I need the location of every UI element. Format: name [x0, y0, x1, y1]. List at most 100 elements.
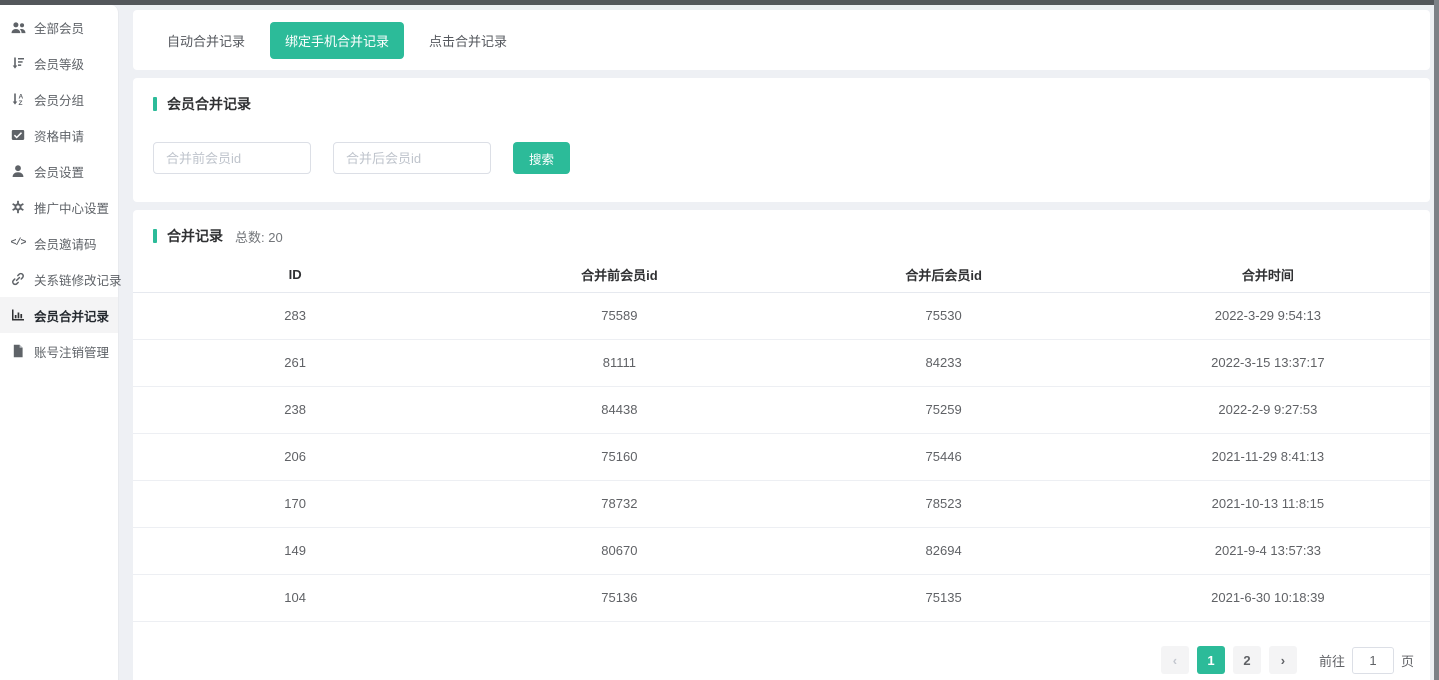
records-section-title-text: 合并记录: [167, 226, 223, 246]
pagination-page-2-button[interactable]: 2: [1233, 646, 1261, 674]
table-cell: 261: [133, 339, 457, 386]
sidebar-item-label: 会员合并记录: [34, 306, 109, 325]
goto-page-input[interactable]: [1352, 647, 1394, 674]
table-cell: 78523: [782, 480, 1106, 527]
chevron-right-icon: ›: [1281, 653, 1285, 668]
file-icon: [10, 344, 26, 358]
goto-page-label: 前往: [1319, 651, 1345, 670]
search-section-title-text: 会员合并记录: [167, 94, 251, 114]
table-cell: 2022-3-15 13:37:17: [1106, 339, 1430, 386]
table-row: 23884438752592022-2-9 9:27:53: [133, 386, 1430, 433]
sidebar-item-label: 会员设置: [34, 162, 84, 181]
tab-click-merge-records[interactable]: 点击合并记录: [414, 22, 522, 59]
sidebar-item-invite-code[interactable]: </> 会员邀请码: [0, 225, 118, 261]
pagination-page-1-button[interactable]: 1: [1197, 646, 1225, 674]
merge-records-table: ID 合并前会员id 合并后会员id 合并时间 2837558975530202…: [133, 258, 1430, 669]
records-section-title: 合并记录 总数: 20: [133, 226, 1430, 246]
column-header-merge-time: 合并时间: [1106, 258, 1430, 292]
table-row: 10475136751352021-6-30 10:18:39: [133, 574, 1430, 621]
table-cell: 104: [133, 574, 457, 621]
tab-bar: 自动合并记录 绑定手机合并记录 点击合并记录: [133, 10, 1430, 70]
table-cell: 206: [133, 433, 457, 480]
table-row: 20675160754462021-11-29 8:41:13: [133, 433, 1430, 480]
table-row: 14980670826942021-9-4 13:57:33: [133, 527, 1430, 574]
search-button[interactable]: 搜索: [513, 142, 570, 174]
column-header-after-id: 合并后会员id: [782, 258, 1106, 292]
table-header-row: ID 合并前会员id 合并后会员id 合并时间: [133, 258, 1430, 292]
table-row: 28375589755302022-3-29 9:54:13: [133, 292, 1430, 339]
pagination-next-button[interactable]: ›: [1269, 646, 1297, 674]
table-cell: 75160: [457, 433, 781, 480]
table-row: 17078732785232021-10-13 11:8:15: [133, 480, 1430, 527]
table-cell: 80670: [457, 527, 781, 574]
table-cell: 84233: [782, 339, 1106, 386]
sidebar-item-label: 会员分组: [34, 90, 84, 109]
search-row: 搜索: [153, 142, 1410, 174]
sidebar-item-label: 关系链修改记录: [34, 270, 122, 289]
table-cell: 75259: [782, 386, 1106, 433]
search-panel: 会员合并记录 搜索: [133, 78, 1430, 202]
sidebar-item-member-level[interactable]: 会员等级: [0, 45, 118, 81]
after-member-id-input[interactable]: [333, 142, 491, 174]
link-icon: [10, 272, 26, 286]
records-total-count: 总数: 20: [235, 227, 283, 246]
sidebar-item-account-cancellation[interactable]: 账号注销管理: [0, 333, 118, 369]
sidebar-item-merge-records[interactable]: 会员合并记录: [0, 297, 118, 333]
sidebar-item-label: 会员邀请码: [34, 234, 97, 253]
pagination-bar: ‹ 1 2 › 前往 页: [133, 640, 1430, 680]
sidebar-item-relation-chain-log[interactable]: 关系链修改记录: [0, 261, 118, 297]
sidebar-item-all-members[interactable]: 全部会员: [0, 9, 118, 45]
main-content: 自动合并记录 绑定手机合并记录 点击合并记录 会员合并记录 搜索 合并记录 总数…: [119, 5, 1434, 680]
app-layout: 全部会员 会员等级 AZ 会员分组 资格申请 会员设置: [0, 5, 1434, 680]
gear-icon: [10, 200, 26, 214]
table-cell: 75446: [782, 433, 1106, 480]
merge-table-body: 28375589755302022-3-29 9:54:132618111184…: [133, 292, 1430, 668]
table-cell: 2021-6-30 10:18:39: [1106, 574, 1430, 621]
table-cell: 75136: [457, 574, 781, 621]
before-member-id-input[interactable]: [153, 142, 311, 174]
sort-amount-icon: [10, 56, 26, 70]
table-cell: 283: [133, 292, 457, 339]
svg-text:Z: Z: [19, 100, 23, 106]
sort-alpha-icon: AZ: [10, 92, 26, 106]
table-cell: 2021-10-13 11:8:15: [1106, 480, 1430, 527]
sidebar-item-member-group[interactable]: AZ 会员分组: [0, 81, 118, 117]
section-accent-bar: [153, 97, 157, 111]
window-scrollbar[interactable]: [1434, 0, 1439, 680]
merge-records-panel: 合并记录 总数: 20 ID 合并前会员id 合并后会员id 合并时间 2837…: [133, 210, 1430, 680]
table-cell: 78732: [457, 480, 781, 527]
table-cell: 75530: [782, 292, 1106, 339]
check-square-icon: [10, 128, 26, 142]
sidebar-item-label: 推广中心设置: [34, 198, 109, 217]
sidebar-item-label: 资格申请: [34, 126, 84, 145]
table-cell: 82694: [782, 527, 1106, 574]
table-cell: 2021-11-29 8:41:13: [1106, 433, 1430, 480]
page-suffix-label: 页: [1401, 651, 1414, 670]
table-cell: 2021-9-4 13:57:33: [1106, 527, 1430, 574]
column-header-before-id: 合并前会员id: [457, 258, 781, 292]
table-cell: 84438: [457, 386, 781, 433]
table-cell: 75589: [457, 292, 781, 339]
table-cell: 81111: [457, 339, 781, 386]
tab-bind-phone-merge-records[interactable]: 绑定手机合并记录: [270, 22, 404, 59]
column-header-id: ID: [133, 258, 457, 292]
table-cell: 238: [133, 386, 457, 433]
table-cell: 2022-3-29 9:54:13: [1106, 292, 1430, 339]
user-icon: [10, 164, 26, 178]
table-cell: 149: [133, 527, 457, 574]
sidebar: 全部会员 会员等级 AZ 会员分组 资格申请 会员设置: [0, 5, 119, 680]
chevron-left-icon: ‹: [1173, 653, 1177, 668]
code-icon: </>: [10, 238, 26, 249]
table-row: 26181111842332022-3-15 13:37:17: [133, 339, 1430, 386]
sidebar-item-promotion-center-settings[interactable]: 推广中心设置: [0, 189, 118, 225]
tab-auto-merge-records[interactable]: 自动合并记录: [152, 22, 260, 59]
sidebar-item-member-settings[interactable]: 会员设置: [0, 153, 118, 189]
pagination-prev-button[interactable]: ‹: [1161, 646, 1189, 674]
sidebar-item-qualification-apply[interactable]: 资格申请: [0, 117, 118, 153]
sidebar-item-label: 全部会员: [34, 18, 84, 37]
window-top-edge: [0, 0, 1439, 5]
sidebar-item-label: 账号注销管理: [34, 342, 109, 361]
table-cell: 2022-2-9 9:27:53: [1106, 386, 1430, 433]
section-accent-bar: [153, 229, 157, 243]
sidebar-item-label: 会员等级: [34, 54, 84, 73]
